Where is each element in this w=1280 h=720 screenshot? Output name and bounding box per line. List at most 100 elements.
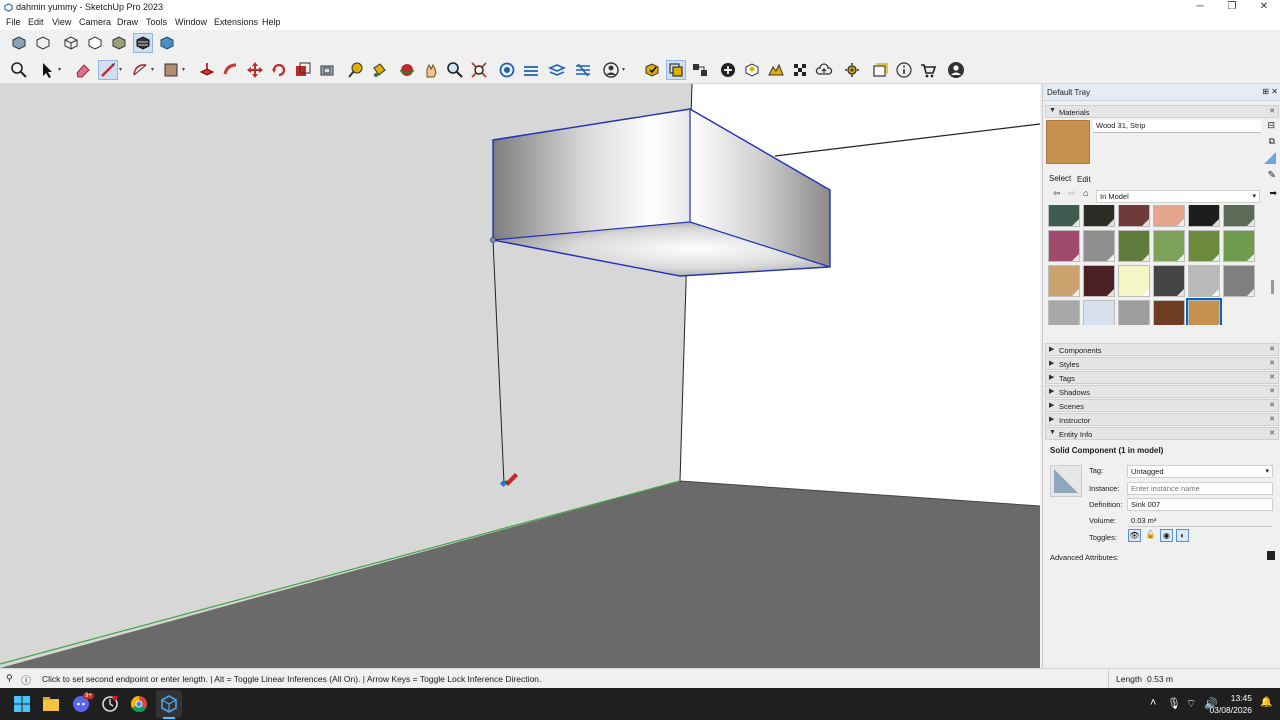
extension-manager-icon[interactable] [573, 60, 593, 80]
line-dropdown-icon[interactable]: ▾ [119, 60, 125, 80]
menu-help[interactable]: Help [262, 17, 281, 27]
system-clock[interactable]: 13:45 03/08/2026 [1209, 692, 1252, 716]
expand-attributes-icon[interactable] [1267, 551, 1275, 560]
restore-button[interactable]: ❐ [1216, 0, 1248, 15]
scale-tool-icon[interactable] [293, 60, 313, 80]
material-library-select[interactable]: In Model ▾ [1096, 190, 1260, 203]
material-swatch[interactable] [1083, 230, 1115, 262]
material-swatch[interactable] [1223, 230, 1255, 262]
zoom-icon[interactable] [445, 60, 465, 80]
geo-location-icon[interactable] [742, 60, 762, 80]
entity-info-section-header[interactable]: ▼ Entity Info ✕ [1045, 427, 1279, 440]
material-name-field[interactable]: Wood 31, Strip [1093, 120, 1261, 133]
layout-icon[interactable] [870, 60, 890, 80]
wireframe-style-icon[interactable] [61, 33, 81, 53]
shape-dropdown-icon[interactable]: ▾ [182, 60, 188, 80]
add-location-icon[interactable] [718, 60, 738, 80]
paint-default-icon[interactable]: ⧉ [1269, 136, 1275, 147]
zoom-window-icon[interactable] [9, 60, 29, 80]
notification-icon[interactable]: 🔔 [1260, 697, 1272, 708]
windows-start-icon[interactable] [12, 694, 32, 714]
definition-field[interactable]: Sink 007 [1127, 498, 1273, 511]
menu-draw[interactable]: Draw [117, 17, 138, 27]
layers-icon[interactable] [547, 60, 567, 80]
section-plane-icon[interactable] [521, 60, 541, 80]
section-close-icon[interactable]: ✕ [1269, 107, 1275, 115]
material-swatch[interactable] [1186, 298, 1222, 325]
geo-status-icon[interactable]: ⚲ [6, 673, 13, 684]
menu-view[interactable]: View [52, 17, 71, 27]
components-panel-icon[interactable] [690, 60, 710, 80]
material-swatch[interactable] [1083, 205, 1115, 227]
app-sync-icon[interactable] [100, 694, 120, 714]
material-swatch[interactable] [1083, 300, 1115, 325]
current-material-swatch[interactable] [1046, 120, 1090, 164]
material-swatch[interactable] [1223, 205, 1255, 227]
instructor-info-icon[interactable]: ⓘ [21, 672, 31, 687]
instance-name-input[interactable] [1127, 482, 1273, 495]
minimize-button[interactable]: ─ [1184, 0, 1216, 15]
select-tool-icon[interactable] [37, 60, 57, 80]
microphone-icon[interactable]: 🎙 [1167, 697, 1181, 710]
zoom-extents-icon[interactable] [469, 60, 489, 80]
receive-shadows-icon[interactable]: ◉ [1160, 529, 1173, 542]
shopping-cart-icon[interactable] [918, 60, 938, 80]
tape-measure-icon[interactable] [345, 60, 365, 80]
details-arrow-icon[interactable]: ➡ [1269, 188, 1277, 199]
back-arrow-icon[interactable]: ⇦ [1053, 188, 1061, 199]
material-swatch[interactable] [1188, 230, 1220, 262]
tray-overflow-icon[interactable]: ˄ [1150, 697, 1156, 709]
material-swatch[interactable] [1118, 230, 1150, 262]
3d-warehouse-icon[interactable] [497, 60, 517, 80]
chrome-icon[interactable] [129, 694, 149, 714]
shadows-section-header[interactable]: ▶ Shadows ✕ [1045, 385, 1279, 398]
xray-style-icon[interactable] [9, 33, 29, 53]
scene-canvas[interactable] [0, 84, 1040, 668]
checker-icon[interactable] [790, 60, 810, 80]
shaded-style-icon[interactable] [109, 33, 129, 53]
extension-warehouse-icon[interactable] [642, 60, 662, 80]
terrain-icon[interactable] [766, 60, 786, 80]
arc-tool-icon[interactable] [130, 60, 150, 80]
account-avatar-icon[interactable] [946, 60, 966, 80]
measurement-value[interactable]: 0.53 m [1147, 674, 1173, 684]
material-swatch[interactable] [1048, 230, 1080, 262]
file-explorer-icon[interactable] [41, 694, 61, 714]
monochrome-style-icon[interactable] [157, 33, 177, 53]
material-swatch[interactable] [1153, 265, 1185, 297]
select-dropdown-icon[interactable]: ▾ [58, 60, 64, 80]
material-swatch[interactable] [1118, 205, 1150, 227]
offset-tool-icon[interactable] [317, 60, 337, 80]
drawing-viewport[interactable] [0, 84, 1040, 668]
profile-dropdown-icon[interactable]: ▾ [622, 60, 628, 80]
follow-me-tool-icon[interactable] [221, 60, 241, 80]
back-edges-style-icon[interactable] [33, 33, 53, 53]
tab-select[interactable]: Select [1049, 174, 1071, 183]
instructor-section-header[interactable]: ▶ Instructor ✕ [1045, 413, 1279, 426]
cast-shadows-icon[interactable]: ◐ [1176, 529, 1189, 542]
rotate-tool-icon[interactable] [269, 60, 289, 80]
material-swatch[interactable] [1153, 205, 1185, 227]
menu-extensions[interactable]: Extensions [214, 17, 258, 27]
tray-close-icon[interactable]: ✕ [1271, 87, 1278, 96]
wifi-icon[interactable]: ⌔ [1186, 697, 1196, 711]
visibility-toggle-icon[interactable]: 👁 [1128, 529, 1141, 542]
lock-toggle-icon[interactable]: 🔓 [1144, 529, 1157, 542]
push-pull-tool-icon[interactable] [197, 60, 217, 80]
arc-dropdown-icon[interactable]: ▾ [151, 60, 157, 80]
hidden-line-style-icon[interactable] [85, 33, 105, 53]
material-swatch[interactable] [1083, 265, 1115, 297]
material-swatch[interactable] [1153, 230, 1185, 262]
info-icon[interactable] [894, 60, 914, 80]
eyedropper-icon[interactable]: ✎ [1268, 170, 1276, 181]
menu-camera[interactable]: Camera [79, 17, 111, 27]
swatch-scrollbar[interactable] [1271, 280, 1274, 294]
pan-icon[interactable] [421, 60, 441, 80]
styles-section-header[interactable]: ▶ Styles ✕ [1045, 357, 1279, 370]
user-profile-icon[interactable] [601, 60, 621, 80]
material-swatch[interactable] [1223, 265, 1255, 297]
materials-section-header[interactable]: ▼ Materials ✕ [1045, 105, 1279, 118]
material-swatch[interactable] [1188, 265, 1220, 297]
orbit-icon[interactable] [397, 60, 417, 80]
menu-file[interactable]: File [6, 17, 21, 27]
